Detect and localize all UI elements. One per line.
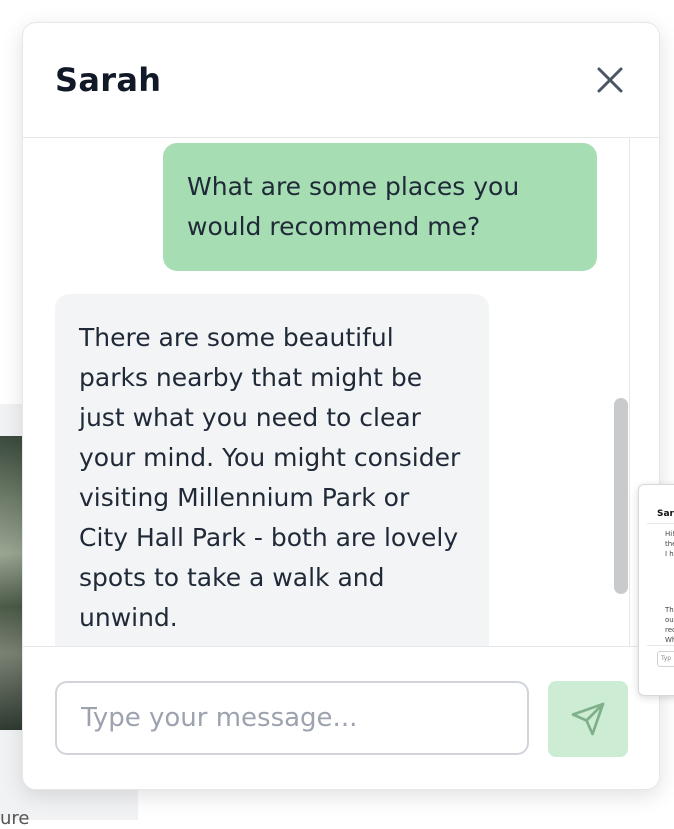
send-button[interactable] [548,681,628,757]
mini-preview-divider [647,523,674,524]
chat-window: Sarah What are some places you would rec… [22,22,660,790]
mini-preview-text: Hi! the I h [665,530,674,558]
mini-preview-input: Typ [657,651,674,667]
chat-header: Sarah [23,23,659,138]
chat-title: Sarah [55,61,162,99]
send-icon [571,702,605,736]
message-input[interactable] [55,681,529,755]
close-button[interactable] [587,57,633,103]
assistant-message: There are some beautiful parks nearby th… [55,294,489,646]
user-message: What are some places you would recommend… [163,143,597,271]
mini-preview-title: Sara [657,509,674,519]
close-icon [597,67,623,93]
background-photo [0,436,22,730]
mini-preview-divider [647,645,674,646]
message-list[interactable]: What are some places you would recommend… [23,138,629,646]
mini-preview-text: Tha out rec Wh [665,606,674,644]
mini-chat-preview[interactable]: Sara Hi! the I h Tha out rec Wh Typ [638,484,674,696]
background-text: ure [0,808,30,829]
scrollbar-thumb[interactable] [614,398,628,594]
message-composer [23,646,659,789]
